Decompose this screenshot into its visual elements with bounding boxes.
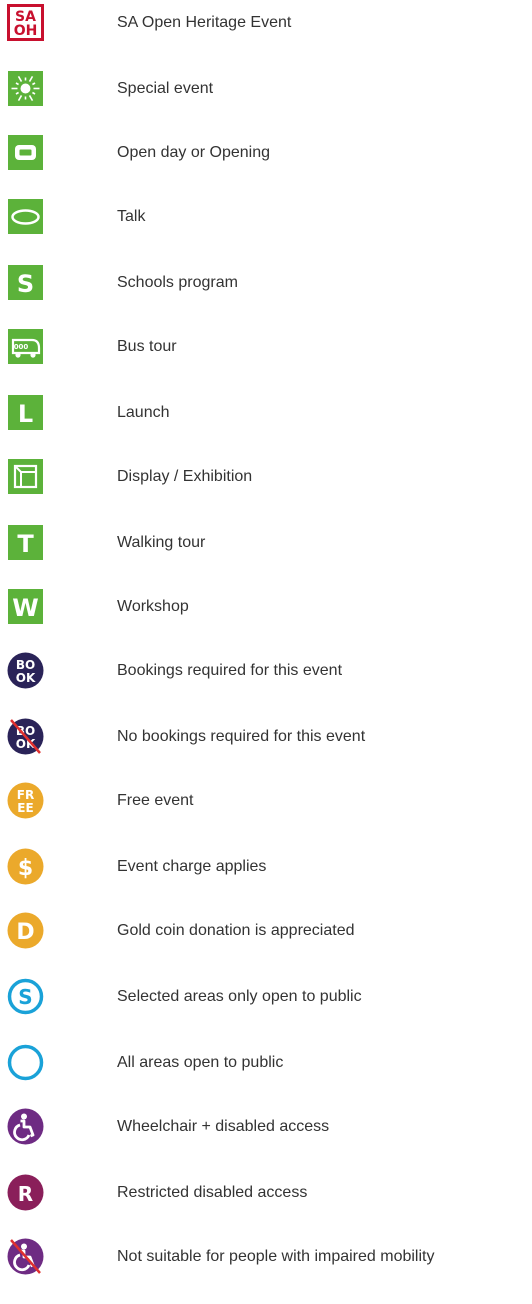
display-exhibition-icon xyxy=(7,458,44,495)
legend-label: All areas open to public xyxy=(117,1054,284,1071)
legend-label: Selected areas only open to public xyxy=(117,988,362,1005)
svg-text:R: R xyxy=(18,1182,33,1206)
gold-coin-donation-icon: D xyxy=(7,912,44,949)
selected-areas-icon: S xyxy=(7,978,44,1015)
svg-text:BO: BO xyxy=(16,658,35,672)
legend-label: Special event xyxy=(117,80,214,97)
launch-icon: L xyxy=(7,394,44,431)
legend-label: SA Open Heritage Event xyxy=(117,14,292,31)
schools-program-icon: S xyxy=(7,264,44,301)
svg-text:$: $ xyxy=(18,856,33,881)
legend-row: W Workshop xyxy=(0,588,532,628)
legend-label: Walking tour xyxy=(117,534,206,551)
legend-row: $ Event charge applies xyxy=(0,848,532,888)
sa-open-heritage-logo-icon: SA OH xyxy=(7,4,44,41)
svg-text:EE: EE xyxy=(17,801,33,815)
legend-row: L Launch xyxy=(0,394,532,434)
legend-row: D Gold coin donation is appreciated xyxy=(0,912,532,952)
svg-text:L: L xyxy=(18,400,33,428)
legend-label: Wheelchair + disabled access xyxy=(117,1118,330,1135)
legend-row: SA OH SA Open Heritage Event xyxy=(0,4,532,44)
legend-label: Display / Exhibition xyxy=(117,468,253,485)
legend-label: Not suitable for people with impaired mo… xyxy=(117,1248,435,1265)
wheelchair-access-icon xyxy=(7,1108,44,1145)
legend-label: Free event xyxy=(117,792,194,809)
legend-row: Special event xyxy=(0,70,532,110)
legend-row: Display / Exhibition xyxy=(0,458,532,498)
legend-row: Talk xyxy=(0,198,532,238)
talk-icon xyxy=(7,198,44,235)
walking-tour-icon: T xyxy=(7,524,44,561)
legend-label: Workshop xyxy=(117,598,189,615)
svg-text:000: 000 xyxy=(14,343,29,351)
svg-text:T: T xyxy=(17,530,34,558)
free-event-icon: FR EE xyxy=(7,782,44,819)
legend-row: All areas open to public xyxy=(0,1044,532,1084)
event-charge-icon: $ xyxy=(7,848,44,885)
legend-row: Wheelchair + disabled access xyxy=(0,1108,532,1148)
legend-row: BO OK Bookings required for this event xyxy=(0,652,532,692)
legend-label: Gold coin donation is appreciated xyxy=(117,922,355,939)
legend-label: Talk xyxy=(117,208,146,225)
svg-text:OK: OK xyxy=(16,671,36,685)
svg-text:OH: OH xyxy=(14,23,38,39)
not-suitable-mobility-icon xyxy=(7,1238,44,1275)
legend-label: Event charge applies xyxy=(117,858,267,875)
legend-row: S Schools program xyxy=(0,264,532,304)
svg-text:S: S xyxy=(17,270,34,298)
all-areas-icon xyxy=(7,1044,44,1081)
legend-label: Launch xyxy=(117,404,170,421)
special-event-sparkle-icon xyxy=(7,70,44,107)
legend-label: Open day or Opening xyxy=(117,144,270,161)
bookings-required-icon: BO OK xyxy=(7,652,44,689)
legend-row: Open day or Opening xyxy=(0,134,532,174)
legend-row: BO OK No bookings required for this event xyxy=(0,718,532,758)
legend-row: T Walking tour xyxy=(0,524,532,564)
no-bookings-required-icon: BO OK xyxy=(7,718,44,755)
svg-text:FR: FR xyxy=(17,788,34,802)
legend-row: 000 Bus tour xyxy=(0,328,532,368)
legend-row: S Selected areas only open to public xyxy=(0,978,532,1018)
legend-row: FR EE Free event xyxy=(0,782,532,822)
legend-label: Bus tour xyxy=(117,338,177,355)
legend-label: No bookings required for this event xyxy=(117,728,366,745)
legend-label: Schools program xyxy=(117,274,238,291)
restricted-access-icon: R xyxy=(7,1174,44,1211)
svg-text:S: S xyxy=(18,985,32,1009)
legend-row: Not suitable for people with impaired mo… xyxy=(0,1238,532,1278)
svg-text:W: W xyxy=(12,594,38,622)
bus-tour-icon: 000 xyxy=(7,328,44,365)
workshop-icon: W xyxy=(7,588,44,625)
svg-text:D: D xyxy=(16,920,34,945)
legend-label: Restricted disabled access xyxy=(117,1184,308,1201)
legend-row: R Restricted disabled access xyxy=(0,1174,532,1214)
open-day-icon xyxy=(7,134,44,171)
legend-label: Bookings required for this event xyxy=(117,662,343,679)
